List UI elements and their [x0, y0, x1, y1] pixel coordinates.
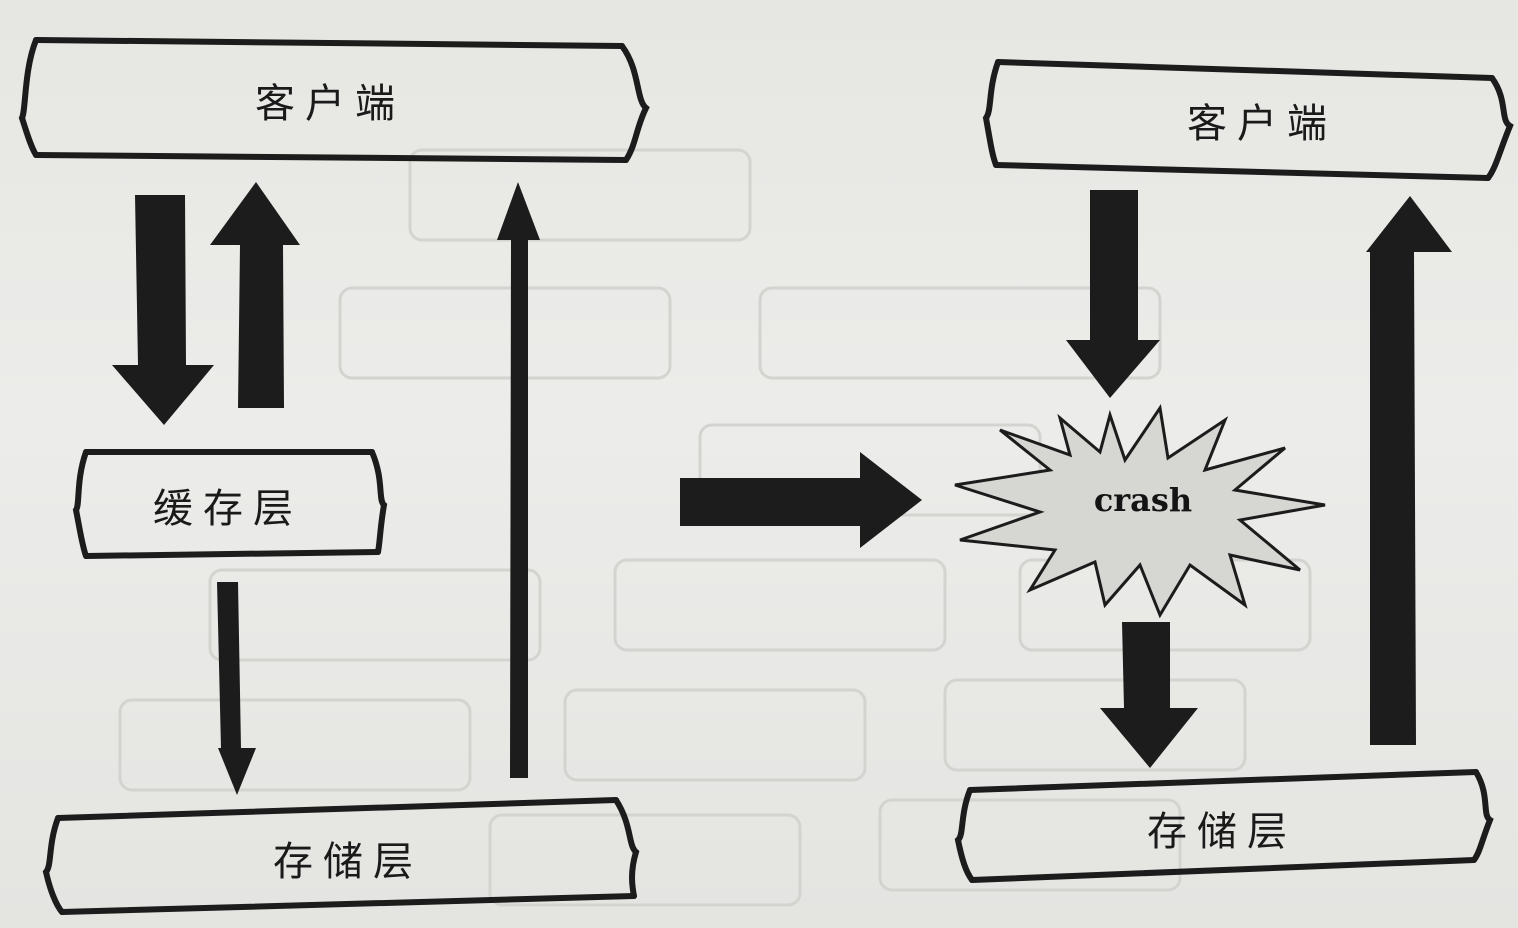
- left-thin-up-arrow-storage-to-client: [497, 182, 540, 778]
- right-down-arrow-client-to-crash: [1066, 190, 1160, 398]
- left-down-arrow-client-to-cache: [112, 195, 214, 425]
- left-client-label: 客户端: [255, 81, 405, 127]
- left-up-arrow-cache-to-client: [210, 182, 300, 408]
- left-thin-down-arrow-cache-to-storage: [217, 582, 256, 795]
- left-cache-label: 缓存层: [153, 486, 303, 532]
- right-down-arrow-crash-to-storage: [1100, 622, 1198, 768]
- transition-arrow: [680, 452, 922, 548]
- right-storage-label: 存储层: [1147, 809, 1297, 855]
- crash-label: crash: [1093, 481, 1193, 519]
- cache-crash-diagram: 客户端 缓存层 存储层 客户端 crash 存储层: [0, 0, 1518, 928]
- right-up-arrow-storage-to-client: [1366, 196, 1452, 745]
- right-client-label: 客户端: [1187, 101, 1337, 147]
- left-storage-label: 存储层: [273, 839, 423, 885]
